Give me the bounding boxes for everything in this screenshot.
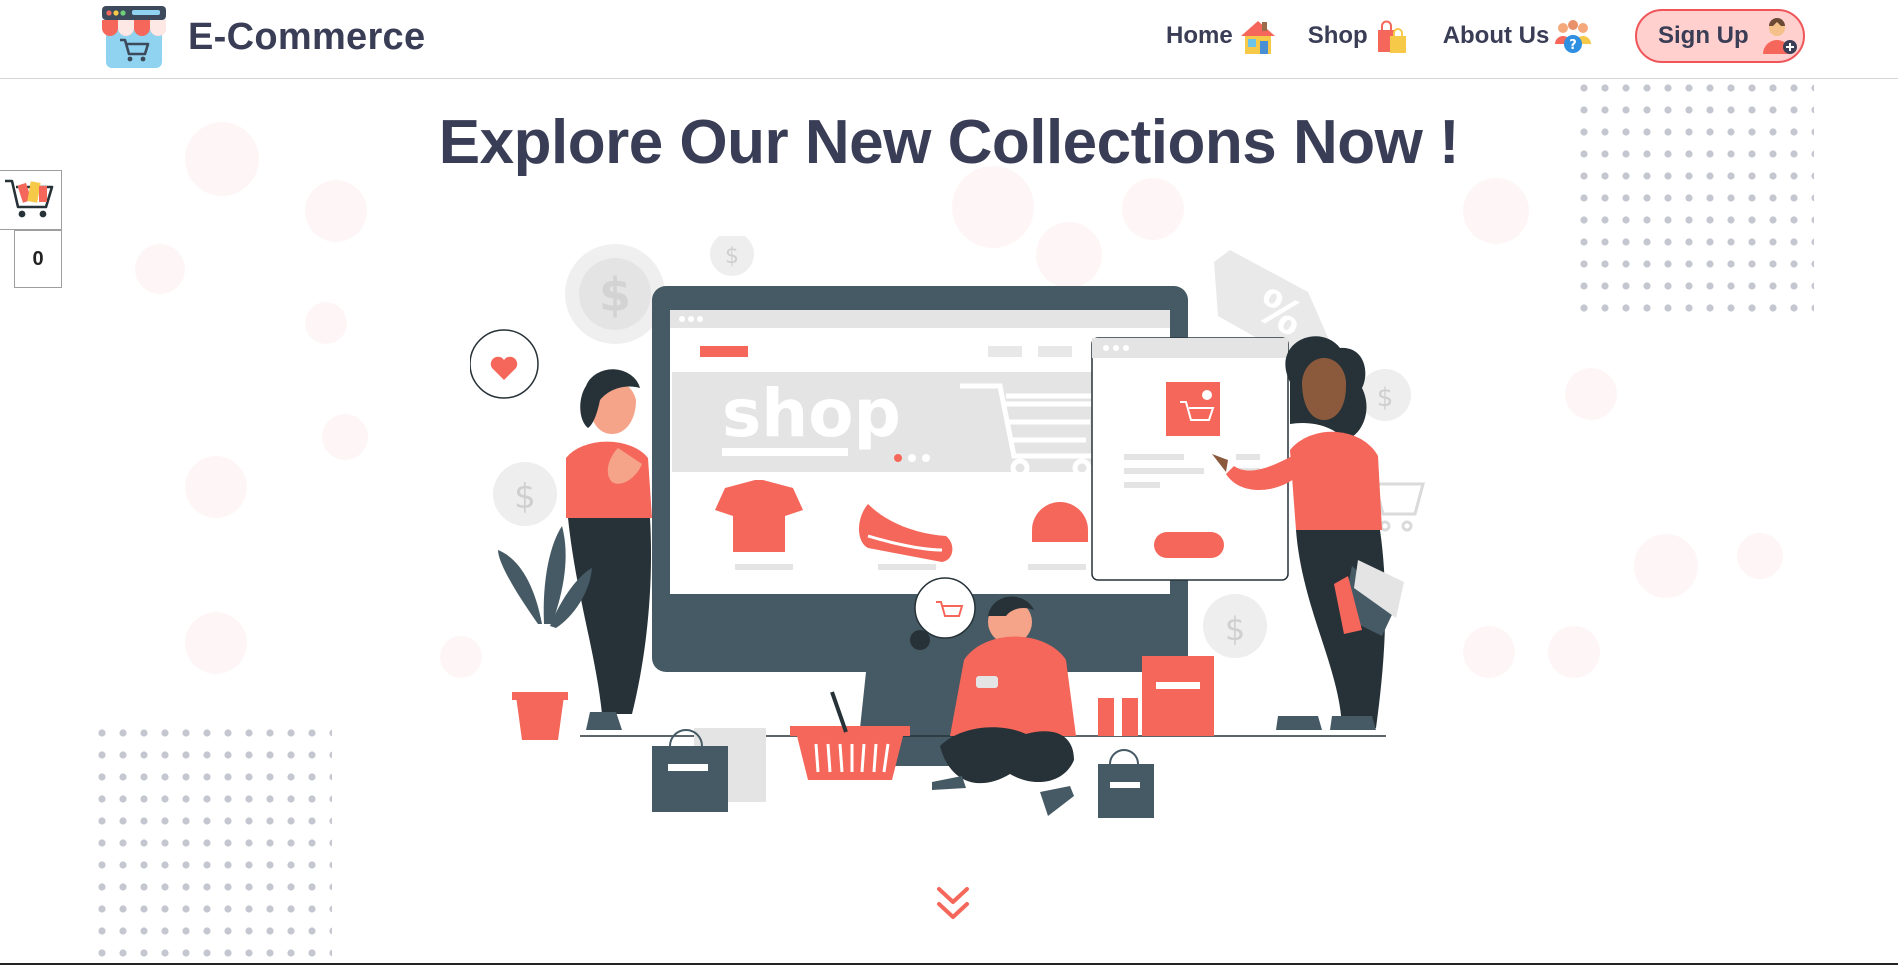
background-bubble bbox=[322, 414, 368, 460]
background-bubble bbox=[1463, 178, 1529, 244]
dot-grid-bottom-left bbox=[92, 723, 332, 959]
shopping-bags-icon bbox=[1377, 20, 1406, 53]
hero-title: Explore Our New Collections Now ! bbox=[438, 108, 1460, 177]
nav-home-label: Home bbox=[1166, 22, 1233, 49]
screen-shop-word: shop bbox=[722, 375, 901, 452]
house-icon bbox=[1240, 21, 1275, 54]
nav-links: Home Shop About Us ? bbox=[1166, 16, 1624, 56]
navbar: E-Commerce Home Shop About Us ? Sign Up bbox=[0, 0, 1898, 79]
signup-label: Sign Up bbox=[1658, 22, 1749, 49]
background-bubble bbox=[305, 180, 367, 242]
background-bubble bbox=[1737, 533, 1783, 579]
brand-title: E-Commerce bbox=[188, 15, 426, 58]
nav-shop[interactable]: Shop bbox=[1308, 16, 1412, 56]
nav-about[interactable]: About Us ? bbox=[1443, 16, 1594, 56]
background-bubble bbox=[1565, 368, 1617, 420]
coin-icon: $ bbox=[565, 244, 665, 344]
shopping-cart-icon bbox=[5, 179, 54, 218]
svg-text:$: $ bbox=[725, 244, 739, 269]
brand[interactable]: E-Commerce bbox=[100, 4, 425, 70]
shopping-illustration: $ $ $ $ $ % shop bbox=[470, 236, 1425, 818]
coin-icon: $ bbox=[1203, 594, 1267, 658]
small-cart-icon bbox=[1373, 482, 1425, 532]
user-add-icon bbox=[1762, 18, 1797, 54]
svg-text:$: $ bbox=[599, 268, 631, 322]
nav-home[interactable]: Home bbox=[1166, 16, 1277, 56]
svg-text:$: $ bbox=[1225, 610, 1245, 648]
people-question-icon: ? bbox=[1555, 20, 1592, 53]
coin-icon: $ bbox=[710, 236, 754, 276]
double-chevron-down-icon[interactable] bbox=[936, 886, 970, 922]
background-bubble bbox=[1634, 534, 1698, 598]
signup-button[interactable]: Sign Up bbox=[1635, 9, 1805, 63]
background-bubble bbox=[1463, 626, 1515, 678]
background-bubble bbox=[1548, 626, 1600, 678]
storefront-cart-icon bbox=[102, 6, 166, 68]
background-bubble bbox=[185, 612, 247, 674]
side-cart-button[interactable] bbox=[0, 170, 62, 230]
svg-text:$: $ bbox=[1377, 383, 1394, 413]
background-bubble bbox=[1122, 178, 1184, 240]
background-bubble bbox=[185, 456, 247, 518]
cart-count: 0 bbox=[14, 230, 62, 288]
svg-text:$: $ bbox=[514, 477, 536, 517]
background-bubble bbox=[305, 302, 347, 344]
coin-icon: $ bbox=[493, 462, 557, 526]
svg-text:?: ? bbox=[1570, 38, 1578, 53]
nav-shop-label: Shop bbox=[1307, 22, 1368, 49]
coin-icon: $ bbox=[1359, 369, 1411, 421]
background-bubble bbox=[135, 244, 185, 294]
nav-about-label: About Us bbox=[1442, 22, 1550, 49]
